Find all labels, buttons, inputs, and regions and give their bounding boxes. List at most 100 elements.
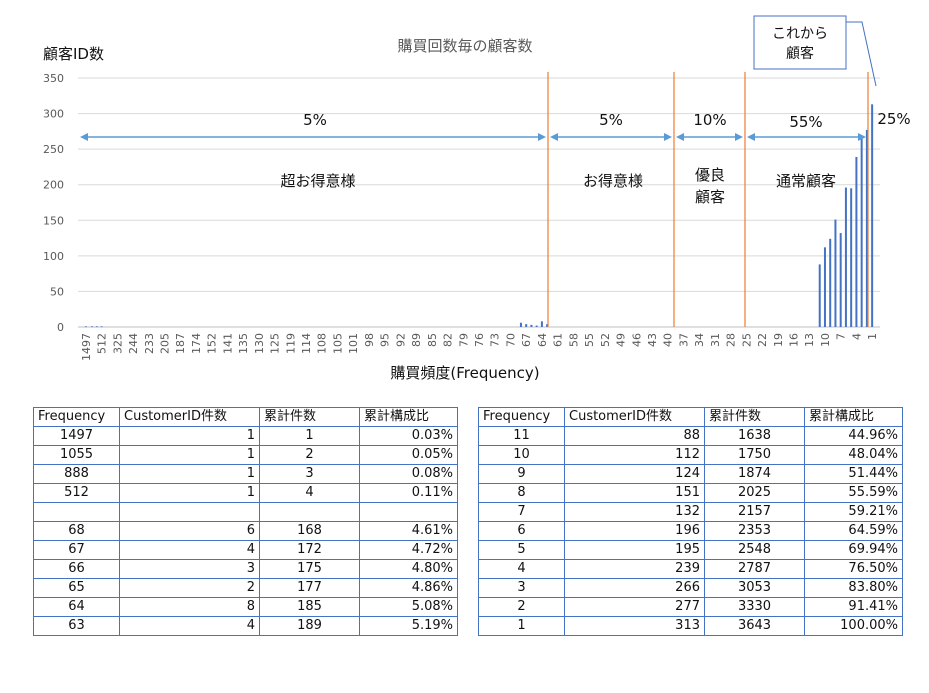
bar-64 [540, 321, 543, 327]
callout-pointer [846, 21, 877, 87]
bar-11 [818, 264, 821, 327]
x-tick-label: 58 [567, 333, 580, 347]
cell-frequency: 68 [33, 521, 120, 541]
x-tick-label: 119 [284, 333, 297, 354]
x-tick-label: 70 [504, 333, 517, 347]
table-row: 1055 1 2 0.05% [33, 445, 458, 465]
cell-frequency: 1497 [33, 426, 120, 446]
cell-frequency: 66 [33, 559, 120, 579]
callout-label-line1: これから [772, 26, 828, 42]
cell-cumulative-ratio: 44.96% [804, 426, 903, 446]
x-tick-label: 244 [127, 333, 140, 354]
table-row: 67 4 172 4.72% [33, 540, 458, 560]
cell-cumulative-count: 2025 [704, 483, 805, 503]
arrowhead-left [550, 133, 558, 141]
cell-cumulative-count: 1874 [704, 464, 805, 484]
table-row: 8 151 2025 55.59% [478, 483, 903, 503]
cell-cumulative-count: 177 [259, 578, 360, 598]
bar-1 [871, 104, 874, 327]
cell-customer-count: 1 [119, 464, 260, 484]
header-cumulative-count: 累計件数 [704, 407, 805, 427]
cell-cumulative-count: 185 [259, 597, 360, 617]
cell-customer-count: 266 [564, 578, 705, 598]
cell-frequency: 3 [478, 578, 565, 598]
segment-name-label: 通常顧客 [776, 172, 836, 190]
cell-cumulative-count: 2548 [704, 540, 805, 560]
table-row: 65 2 177 4.86% [33, 578, 458, 598]
x-tick-label: 512 [96, 333, 109, 354]
x-tick-label: 28 [725, 333, 738, 347]
table-row: 63 4 189 5.19% [33, 616, 458, 636]
cell-frequency: 8 [478, 483, 565, 503]
cell-cumulative-ratio: 0.03% [359, 426, 458, 446]
cell-cumulative-count: 3330 [704, 597, 805, 617]
cell-customer-count: 8 [119, 597, 260, 617]
header-frequency: Frequency [33, 407, 120, 427]
segment-name-label: 超お得意様 [280, 172, 355, 190]
cell-customer-count: 313 [564, 616, 705, 636]
x-tick-label: 82 [442, 333, 455, 347]
bar-4 [855, 156, 858, 327]
cell-cumulative-count: 2 [259, 445, 360, 465]
cell-customer-count: 132 [564, 502, 705, 522]
arrowhead-left [747, 133, 755, 141]
header-customer-count: CustomerID件数 [564, 407, 705, 427]
cell-cumulative-ratio: 76.50% [804, 559, 903, 579]
cell-cumulative-count: 2787 [704, 559, 805, 579]
cell-cumulative-ratio: 48.04% [804, 445, 903, 465]
segment-name-label: お得意様 [583, 172, 643, 190]
x-tick-label: 7 [835, 333, 848, 340]
y-tick-label: 250 [43, 143, 64, 156]
cell-frequency: 67 [33, 540, 120, 560]
bar-65 [535, 325, 538, 327]
bar-10 [823, 247, 826, 327]
cell-cumulative-ratio: 51.44% [804, 464, 903, 484]
cell-frequency: 5 [478, 540, 565, 560]
cell-cumulative-ratio: 0.08% [359, 464, 458, 484]
cell-cumulative-ratio: 69.94% [804, 540, 903, 560]
x-tick-label: 1 [866, 333, 879, 340]
table-row: 512 1 4 0.11% [33, 483, 458, 503]
cell-cumulative-ratio [359, 502, 458, 522]
cell-frequency: 65 [33, 578, 120, 598]
cell-cumulative-ratio: 83.80% [804, 578, 903, 598]
cumulative-table-right: Frequency CustomerID件数 累計件数 累計構成比 11 88 16… [478, 407, 903, 636]
cell-cumulative-ratio: 5.19% [359, 616, 458, 636]
cumulative-table-left: Frequency CustomerID件数 累計件数 累計構成比 1497 1 1… [33, 407, 458, 636]
cell-cumulative-count: 3643 [704, 616, 805, 636]
cell-cumulative-count: 3 [259, 464, 360, 484]
cell-cumulative-count: 1750 [704, 445, 805, 465]
bar-7 [839, 233, 842, 327]
x-tick-label: 205 [158, 333, 171, 354]
cell-cumulative-count: 1638 [704, 426, 805, 446]
cell-cumulative-ratio: 55.59% [804, 483, 903, 503]
x-tick-label: 89 [410, 333, 423, 347]
cell-customer-count: 196 [564, 521, 705, 541]
bar-67 [525, 324, 528, 327]
cell-cumulative-count: 175 [259, 559, 360, 579]
header-cumulative-count: 累計件数 [259, 407, 360, 427]
cell-cumulative-ratio: 4.86% [359, 578, 458, 598]
x-tick-label: 43 [646, 333, 659, 347]
x-tick-label: 49 [615, 333, 628, 347]
cell-customer-count: 2 [119, 578, 260, 598]
arrowhead-right [735, 133, 743, 141]
x-tick-label: 31 [709, 333, 722, 347]
x-tick-label: 61 [552, 333, 565, 347]
purchase-frequency-chart: 購買回数毎の顧客数 顧客ID数 購買頻度(Frequency) 05010015… [43, 15, 911, 382]
cell-cumulative-ratio: 100.00% [804, 616, 903, 636]
x-tick-label: 10 [819, 333, 832, 347]
arrowhead-left [80, 133, 88, 141]
cell-customer-count: 6 [119, 521, 260, 541]
cell-frequency: 9 [478, 464, 565, 484]
table-row: 5 195 2548 69.94% [478, 540, 903, 560]
cell-customer-count: 3 [119, 559, 260, 579]
segment-share-label: 5% [599, 111, 623, 129]
segment-name-label: 顧客 [695, 188, 725, 206]
table-row: 64 8 185 5.08% [33, 597, 458, 617]
x-tick-label: 1497 [80, 333, 93, 361]
x-axis-title: 購買頻度(Frequency) [390, 364, 539, 382]
x-tick-label: 52 [599, 333, 612, 347]
cell-cumulative-count: 172 [259, 540, 360, 560]
header-customer-count: CustomerID件数 [119, 407, 260, 427]
